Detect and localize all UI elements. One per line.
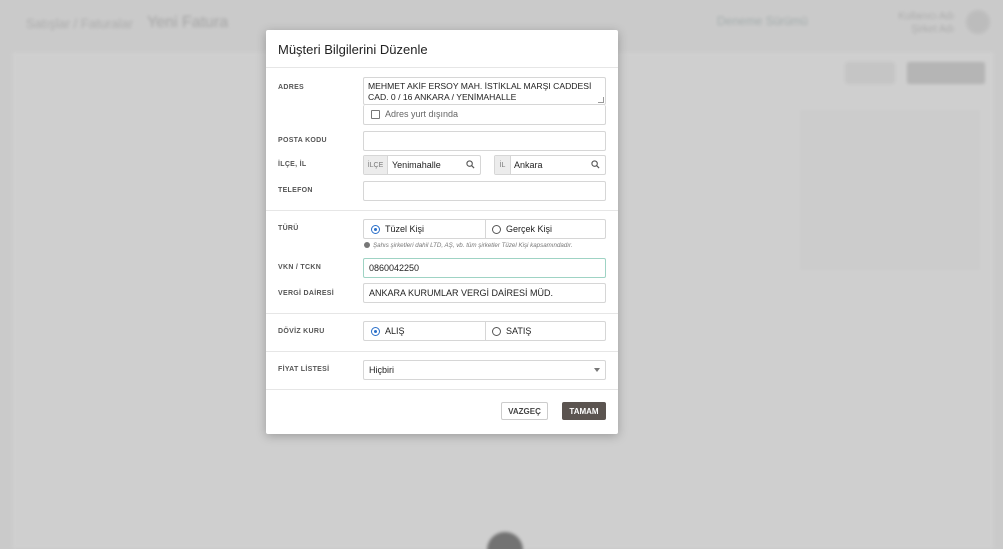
tax-office-label: VERGİ DAİRESİ [278,290,335,297]
chevron-down-icon [594,368,600,372]
search-icon[interactable] [591,160,600,169]
sell-label: SATIŞ [506,326,532,336]
person-radio[interactable] [492,225,501,234]
district-value: Yenimahalle [392,160,441,170]
legal-radio[interactable] [371,225,380,234]
person-label: Gerçek Kişi [506,224,553,234]
address-textarea[interactable]: MEHMET AKİF ERSOY MAH. İSTİKLAL MARŞI CA… [363,77,606,105]
postal-code-label: POSTA KODU [278,137,327,144]
resize-handle[interactable] [598,97,604,103]
tax-id-value: 0860042250 [369,263,420,273]
divider [266,210,618,211]
divider [266,313,618,314]
divider [266,389,618,390]
divider [266,351,618,352]
type-toggle: Tüzel Kişi Gerçek Kişi [363,219,606,239]
price-list-select[interactable]: Hiçbiri [363,360,606,380]
legal-label: Tüzel Kişi [385,224,425,234]
district-prefix: İLÇE [364,156,388,174]
type-info-text: Şahıs şirketleri dahil LTD, AŞ, vb. tüm … [373,242,573,249]
info-icon [364,242,370,248]
currency-label: DÖVİZ KURU [278,328,325,335]
city-prefix: İL [495,156,511,174]
buy-label: ALIŞ [385,326,405,336]
abroad-row: Adres yurt dışında [363,105,606,125]
modal-title: Müşteri Bilgilerini Düzenle [278,42,428,57]
price-list-label: FİYAT LİSTESİ [278,366,330,373]
address-label: ADRES [278,84,305,91]
phone-label: TELEFON [278,187,313,194]
currency-option-sell[interactable]: SATIŞ [486,322,607,340]
abroad-label: Adres yurt dışında [385,109,459,119]
currency-option-buy[interactable]: ALIŞ [364,322,485,340]
type-option-legal[interactable]: Tüzel Kişi [364,220,485,238]
buy-radio[interactable] [371,327,380,336]
city-select[interactable]: İL Ankara [494,155,606,175]
sell-radio[interactable] [492,327,501,336]
divider [266,67,618,68]
edit-customer-modal: Müşteri Bilgilerini Düzenle ADRES MEHMET… [266,30,618,434]
tax-id-input[interactable]: 0860042250 [363,258,606,278]
postal-code-input[interactable] [363,131,606,151]
tax-office-input[interactable]: ANKARA KURUMLAR VERGİ DAİRESİ MÜD. [363,283,606,303]
district-city-label: İLÇE, İL [278,161,307,168]
city-value: Ankara [514,160,543,170]
tax-office-value: ANKARA KURUMLAR VERGİ DAİRESİ MÜD. [369,288,554,298]
price-list-value: Hiçbiri [369,365,395,375]
type-info-note: Şahıs şirketleri dahil LTD, AŞ, vb. tüm … [364,242,573,249]
type-option-person[interactable]: Gerçek Kişi [486,220,607,238]
address-value: MEHMET AKİF ERSOY MAH. İSTİKLAL MARŞI CA… [368,81,592,102]
tax-id-label: VKN / TCKN [278,264,322,271]
cancel-button[interactable]: VAZGEÇ [501,402,548,420]
type-label: TÜRÜ [278,225,299,232]
phone-input[interactable] [363,181,606,201]
ok-button[interactable]: TAMAM [562,402,606,420]
currency-toggle: ALIŞ SATIŞ [363,321,606,341]
abroad-checkbox[interactable] [371,110,380,119]
search-icon[interactable] [466,160,475,169]
district-select[interactable]: İLÇE Yenimahalle [363,155,481,175]
